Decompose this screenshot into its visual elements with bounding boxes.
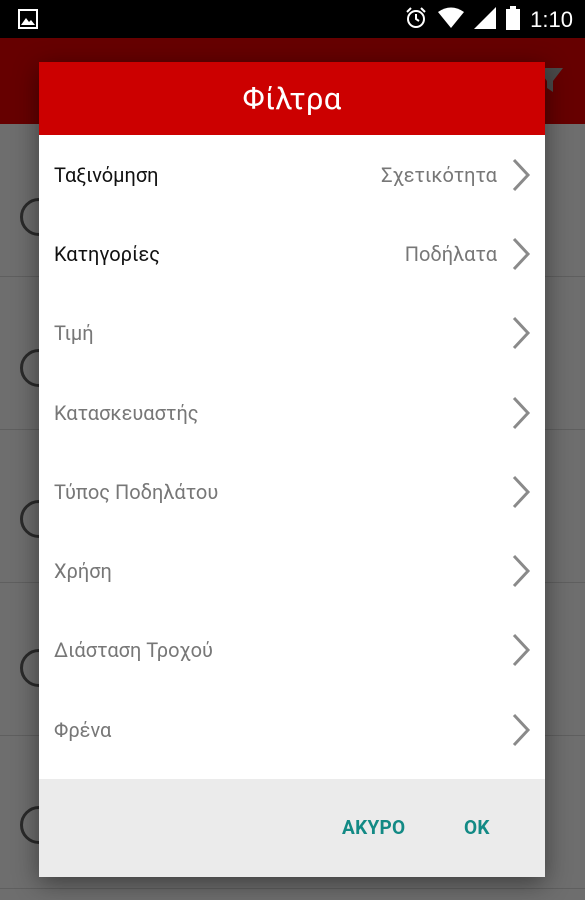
filter-value: Σχετικότητα — [381, 162, 497, 187]
filter-label: Ταξινόμηση — [54, 162, 159, 187]
filter-label: Διάσταση Τροχού — [54, 638, 213, 663]
signal-icon — [474, 7, 497, 33]
ok-button[interactable]: OK — [464, 816, 490, 839]
chevron-right-icon — [512, 158, 531, 191]
filter-label: Τιμή — [54, 321, 94, 346]
chevron-right-icon — [512, 475, 531, 508]
filters-dialog: Φίλτρα Ταξινόμηση Σχετικότητα Κατηγορίες Πο… — [39, 62, 545, 877]
filter-row[interactable]: Ταξινόμηση Σχετικότητα — [39, 135, 545, 214]
filter-label: Κατηγορίες — [54, 241, 161, 266]
filter-row[interactable]: Κατηγορίες Ποδήλατα — [39, 214, 545, 293]
filter-value: Ποδήλατα — [404, 241, 497, 266]
dialog-header: Φίλτρα — [39, 62, 545, 135]
chevron-right-icon — [512, 396, 531, 429]
filter-label: Κατασκευαστής — [54, 400, 199, 425]
filter-row[interactable]: Κατασκευαστής — [39, 373, 545, 452]
chevron-right-icon — [512, 713, 531, 746]
image-icon — [18, 9, 38, 33]
wifi-icon — [438, 7, 465, 33]
dialog-footer: ΑΚΥΡΟ OK — [39, 779, 545, 877]
cancel-button[interactable]: ΑΚΥΡΟ — [342, 816, 405, 839]
filter-label: Τύπος Ποδηλάτου — [54, 479, 219, 504]
status-time: 1:10 — [530, 7, 573, 32]
filter-row[interactable]: Φρένα — [39, 690, 545, 769]
filter-row[interactable]: Χρήση — [39, 531, 545, 610]
alarm-icon — [404, 6, 428, 34]
chevron-right-icon — [512, 317, 531, 350]
chevron-right-icon — [512, 634, 531, 667]
status-bar: 1:10 — [0, 0, 585, 38]
chevron-right-icon — [512, 237, 531, 270]
filter-row[interactable]: Διάσταση Τροχού — [39, 611, 545, 690]
filter-label: Φρένα — [54, 717, 112, 742]
filter-label: Χρήση — [54, 559, 112, 584]
filter-row[interactable]: Τιμή — [39, 294, 545, 373]
filter-list: Ταξινόμηση Σχετικότητα Κατηγορίες Ποδήλατα Τ… — [39, 135, 545, 769]
battery-icon — [506, 6, 521, 34]
filter-row[interactable]: Τύπος Ποδηλάτου — [39, 452, 545, 531]
chevron-right-icon — [512, 555, 531, 588]
dialog-title: Φίλτρα — [242, 80, 342, 117]
